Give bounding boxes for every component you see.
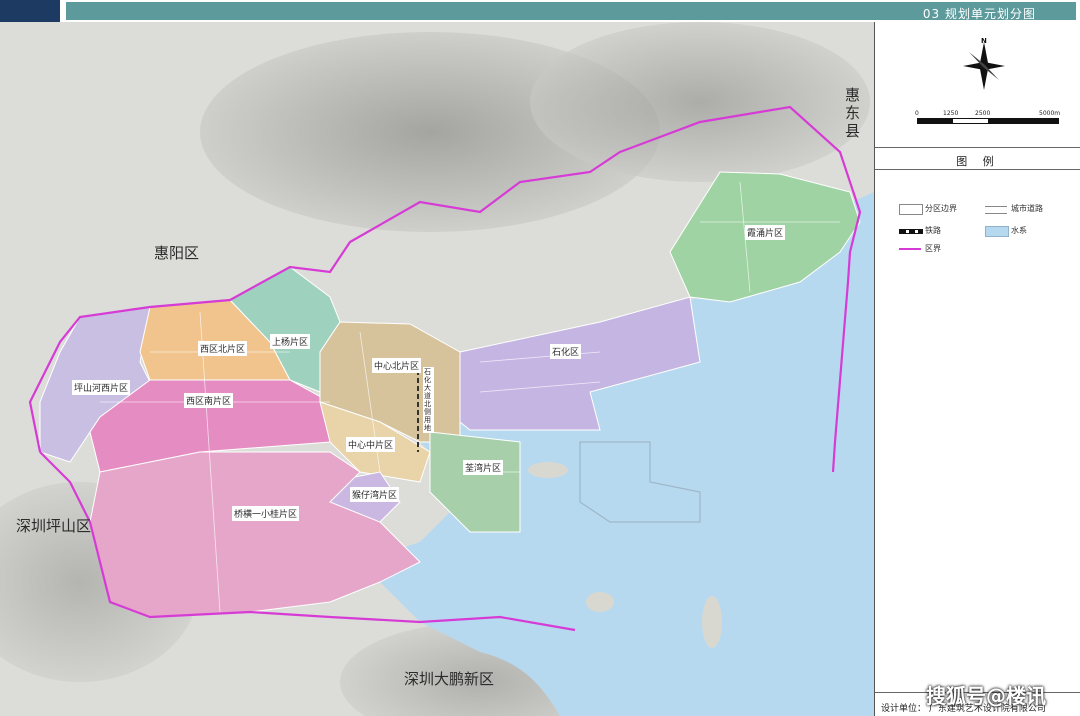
district-label-qiaoheng: 桥横一小桂片区 (232, 506, 300, 521)
compass-rose-icon (963, 42, 1005, 90)
legend-panel: N 0 1250 2500 5000m 图 例 分区边界 城市道路 铁路 水系 … (874, 22, 1080, 716)
title-bar-accent (0, 0, 60, 22)
watermark: 搜狐号@楼讯 (926, 684, 1046, 708)
railway-icon (899, 229, 923, 234)
region-label-huiyang: 惠阳区 (154, 244, 200, 262)
divider (875, 169, 1080, 170)
legend-item-label: 铁路 (925, 226, 941, 235)
legend-item-label: 水系 (1011, 226, 1027, 235)
legend-item-label: 分区边界 (925, 204, 957, 213)
island (528, 462, 568, 478)
district-label-zhongxin-middle: 中心中片区 (346, 437, 396, 452)
region-label-huidong: 惠东县 (845, 86, 861, 140)
district-label-xiqu-south: 西区南片区 (184, 393, 234, 408)
urban-road-icon (985, 206, 1007, 214)
hill-shade (530, 22, 870, 182)
legend-item-label: 城市道路 (1011, 204, 1043, 213)
title-bar-band: 03 规划单元划分图 (66, 2, 1076, 21)
island (702, 596, 722, 648)
credit-label: 设计单位： (881, 704, 927, 714)
region-label-pingshan: 深圳坪山区 (16, 517, 92, 535)
district-label-pingshanhe-west: 坪山河西片区 (72, 380, 131, 395)
region-label-dapeng: 深圳大鹏新区 (404, 670, 495, 688)
island (586, 592, 614, 612)
district-border-icon (899, 248, 921, 250)
district-label-ezhou: 荃湾片区 (463, 460, 504, 475)
district-label-xiqu-north: 西区北片区 (198, 341, 248, 356)
water-system-icon (985, 226, 1009, 237)
map-canvas (0, 22, 874, 716)
scale-bar (917, 118, 1059, 124)
divider (875, 147, 1080, 148)
district-label-xiayong: 霞涌片区 (745, 225, 786, 240)
scale-label: 1250 (943, 110, 959, 117)
legend-title: 图 例 (956, 155, 1000, 168)
legend-item-label: 区界 (925, 244, 941, 253)
district-label-xiaoyiqin: 猴仔湾片区 (350, 487, 400, 502)
district-boundary-icon (899, 204, 923, 215)
scale-label: 2500 (975, 110, 991, 117)
railway-side-note: 石化大道北侧用地 (423, 367, 434, 433)
map-view[interactable]: 惠阳区 惠东县 深圳坪山区 深圳大鹏新区 坪山河西片区 西区北片区 西区南片区 … (0, 22, 874, 716)
scale-label: 0 (915, 110, 919, 117)
title-bar: 03 规划单元划分图 (0, 0, 1080, 22)
district-label-shangyang: 上杨片区 (270, 334, 311, 349)
district-label-shihua: 石化区 (550, 344, 582, 359)
page-title: 03 规划单元划分图 (922, 7, 1036, 21)
scale-label: 5000m (1039, 110, 1061, 117)
compass-north-label: N (981, 37, 987, 45)
district-label-zhongxin-north: 中心北片区 (372, 358, 422, 373)
